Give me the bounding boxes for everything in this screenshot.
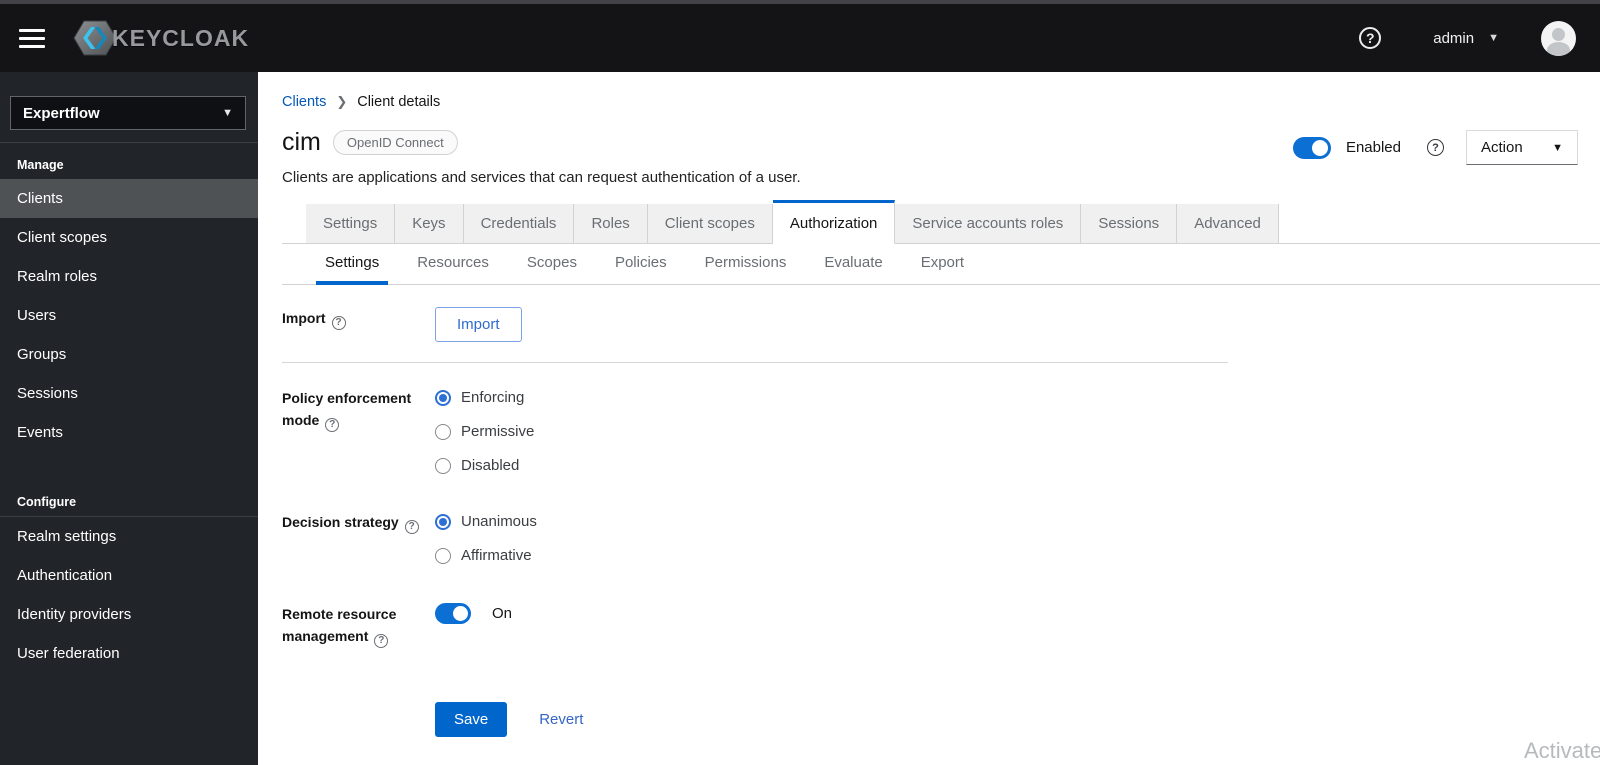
radio-permissive[interactable]: Permissive xyxy=(435,421,1228,443)
policy-enforcement-help-icon[interactable]: ? xyxy=(325,418,340,432)
tab-keys[interactable]: Keys xyxy=(395,204,464,243)
client-description: Clients are applications and services th… xyxy=(282,169,801,186)
radio-button-icon[interactable] xyxy=(435,548,451,564)
subtab-settings[interactable]: Settings xyxy=(316,244,389,285)
action-dropdown[interactable]: Action ▼ xyxy=(1466,130,1578,165)
radio-button-icon[interactable] xyxy=(435,514,451,530)
subtab-permissions[interactable]: Permissions xyxy=(696,244,796,284)
client-tabs-bar: Settings Keys Credentials Roles Client s… xyxy=(282,200,1600,244)
username-label: admin xyxy=(1433,29,1475,47)
subtab-resources[interactable]: Resources xyxy=(408,244,498,284)
enabled-label: Enabled xyxy=(1345,139,1401,156)
remote-resource-help-icon[interactable]: ? xyxy=(374,634,389,648)
page-title: cim xyxy=(282,128,321,156)
breadcrumb-current: Client details xyxy=(357,94,441,110)
caret-down-icon: ▼ xyxy=(1488,32,1499,44)
sidebar-item-client-scopes[interactable]: Client scopes xyxy=(0,218,258,257)
remote-resource-state: On xyxy=(492,605,513,622)
tab-sessions[interactable]: Sessions xyxy=(1081,204,1178,243)
brand-text: KEYCLOAK xyxy=(112,24,250,51)
decision-strategy-help-icon[interactable]: ? xyxy=(404,520,419,534)
chevron-right-icon: ❯ xyxy=(336,94,348,109)
enabled-help-icon[interactable]: ? xyxy=(1427,139,1444,156)
policy-enforcement-label: Policy enforcement mode? xyxy=(282,390,412,432)
sidebar-item-clients[interactable]: Clients xyxy=(0,179,258,218)
revert-link[interactable]: Revert xyxy=(539,711,583,728)
remote-resource-label: Remote resource management? xyxy=(282,606,397,648)
sidebar-item-identity-providers[interactable]: Identity providers xyxy=(0,595,258,634)
caret-down-icon: ▼ xyxy=(222,107,233,119)
decision-strategy-label: Decision strategy? xyxy=(282,511,435,567)
sidebar: Expertflow ▼ Manage Clients Client scope… xyxy=(0,72,258,765)
windows-activation-watermark: Activate Windows Go to Settings to activ… xyxy=(1524,738,1600,765)
keycloak-logo: KEYCLOAK xyxy=(72,18,249,58)
subtab-evaluate[interactable]: Evaluate xyxy=(815,244,891,284)
sidebar-item-sessions[interactable]: Sessions xyxy=(0,374,258,413)
app-header: KEYCLOAK ? admin ▼ xyxy=(0,4,1600,72)
remote-resource-toggle[interactable] xyxy=(435,603,471,624)
radio-affirmative[interactable]: Affirmative xyxy=(435,545,1228,567)
tab-client-scopes[interactable]: Client scopes xyxy=(647,204,773,243)
tab-authorization[interactable]: Authorization xyxy=(772,200,896,244)
tab-advanced[interactable]: Advanced xyxy=(1177,204,1279,243)
enabled-toggle[interactable] xyxy=(1292,136,1331,159)
subtab-scopes[interactable]: Scopes xyxy=(518,244,586,284)
sidebar-item-authentication[interactable]: Authentication xyxy=(0,556,258,595)
radio-button-icon[interactable] xyxy=(435,424,451,440)
policy-enforcement-radio-group: Enforcing Permissive Disabled xyxy=(435,387,1228,477)
tab-roles[interactable]: Roles xyxy=(574,204,648,243)
save-button[interactable]: Save xyxy=(435,702,508,737)
subtab-policies[interactable]: Policies xyxy=(606,244,676,284)
sidebar-item-user-federation[interactable]: User federation xyxy=(0,634,258,673)
radio-unanimous[interactable]: Unanimous xyxy=(435,511,1228,533)
authorization-subtabs-bar: Settings Resources Scopes Policies Permi… xyxy=(282,244,1600,285)
action-dropdown-label: Action xyxy=(1481,139,1523,156)
decision-strategy-radio-group: Unanimous Affirmative xyxy=(435,511,1228,567)
sidebar-item-users[interactable]: Users xyxy=(0,296,258,335)
sidebar-item-realm-roles[interactable]: Realm roles xyxy=(0,257,258,296)
help-icon[interactable]: ? xyxy=(1359,27,1382,49)
import-label: Import? xyxy=(282,307,435,342)
tab-credentials[interactable]: Credentials xyxy=(463,204,575,243)
radio-button-icon[interactable] xyxy=(435,458,451,474)
radio-enforcing[interactable]: Enforcing xyxy=(435,387,1228,409)
breadcrumb-link-clients[interactable]: Clients xyxy=(282,94,326,110)
authorization-settings-form: Import? Import Policy enforcement mode? … xyxy=(282,285,1228,737)
form-divider xyxy=(282,362,1228,363)
caret-down-icon: ▼ xyxy=(1552,141,1563,154)
main-content: Clients ❯ Client details cim OpenID Conn… xyxy=(258,72,1600,765)
subtab-export[interactable]: Export xyxy=(912,244,973,284)
import-help-icon[interactable]: ? xyxy=(331,316,346,330)
sidebar-item-groups[interactable]: Groups xyxy=(0,335,258,374)
realm-name: Expertflow xyxy=(23,104,100,122)
tab-settings[interactable]: Settings xyxy=(306,204,396,243)
hamburger-menu-button[interactable] xyxy=(10,18,54,58)
protocol-badge: OpenID Connect xyxy=(332,130,458,155)
import-button[interactable]: Import xyxy=(435,307,522,342)
radio-button-icon[interactable] xyxy=(435,390,451,406)
sidebar-item-realm-settings[interactable]: Realm settings xyxy=(0,517,258,556)
avatar[interactable] xyxy=(1541,20,1576,56)
sidebar-item-events[interactable]: Events xyxy=(0,413,258,452)
user-menu[interactable]: admin ▼ xyxy=(1433,30,1499,47)
tab-service-accounts-roles[interactable]: Service accounts roles xyxy=(895,204,1082,243)
radio-disabled[interactable]: Disabled xyxy=(435,455,1228,477)
breadcrumb: Clients ❯ Client details xyxy=(282,94,1600,110)
realm-selector[interactable]: Expertflow ▼ xyxy=(10,96,246,130)
sidebar-section-manage: Manage xyxy=(17,158,64,172)
sidebar-section-configure: Configure xyxy=(17,495,77,509)
